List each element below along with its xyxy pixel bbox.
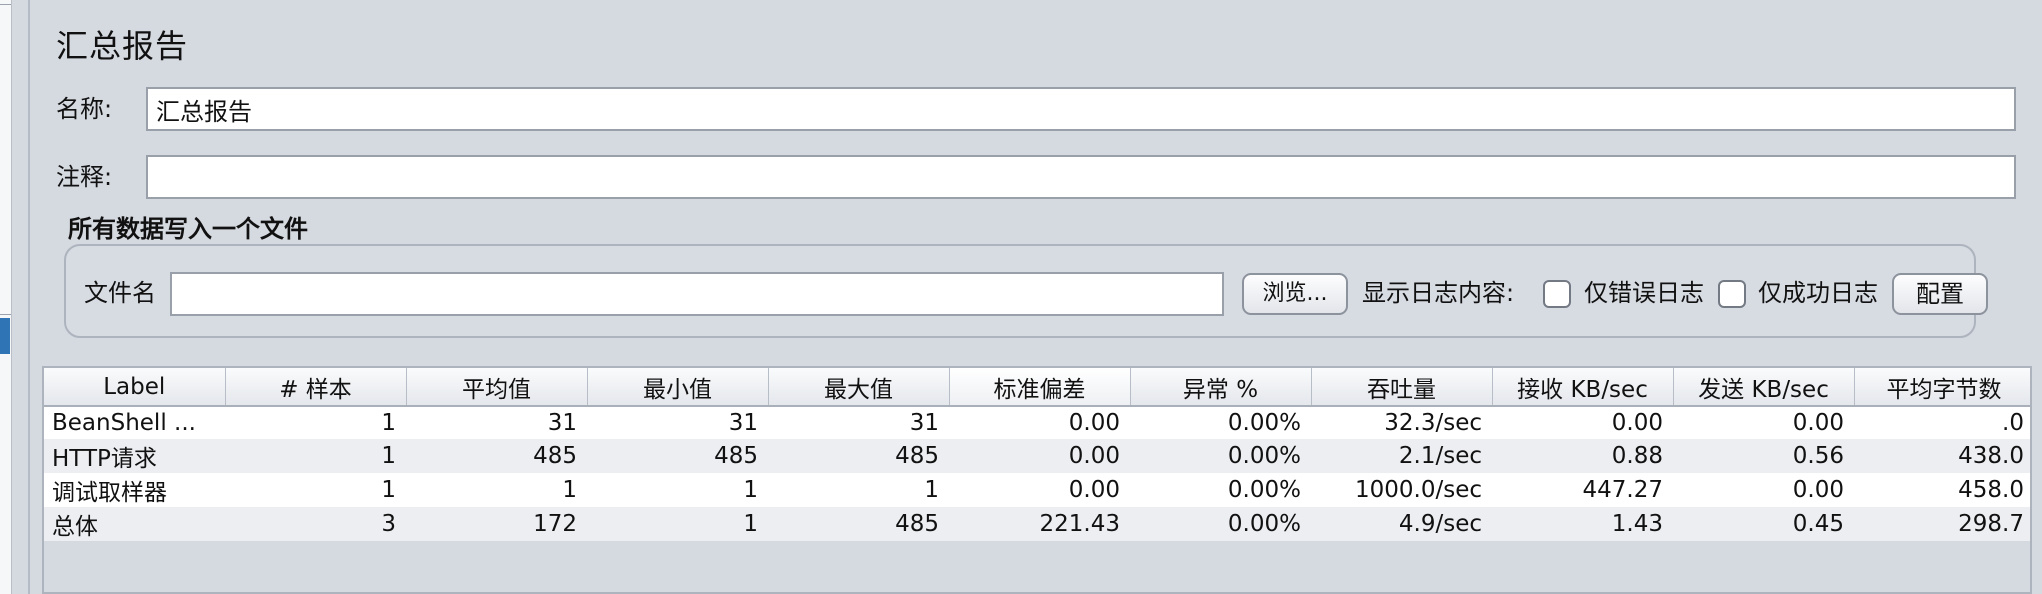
table-cell[interactable]: 485 — [406, 439, 587, 473]
column-header-sent-kb[interactable]: 发送 KB/sec — [1673, 368, 1855, 407]
table-cell[interactable]: 0.00% — [1130, 507, 1311, 541]
table-row[interactable]: BeanShell ... 1 31 31 31 0.00 0.00% 32.3… — [44, 406, 2030, 439]
table-cell[interactable]: 0.00% — [1130, 473, 1311, 507]
table-cell[interactable]: 458.0 — [1854, 473, 2030, 507]
table-cell[interactable]: 0.00 — [1673, 406, 1854, 439]
column-header-average[interactable]: 平均值 — [406, 368, 588, 407]
errors-only-checkbox[interactable] — [1543, 280, 1571, 308]
table-cell[interactable]: BeanShell ... — [44, 406, 225, 439]
table-cell[interactable]: HTTP请求 — [44, 439, 225, 473]
column-header-throughput[interactable]: 吞吐量 — [1311, 368, 1493, 407]
table-cell[interactable]: 1 — [225, 473, 406, 507]
table-cell[interactable]: 2.1/sec — [1311, 439, 1492, 473]
file-group-title: 所有数据写入一个文件 — [68, 215, 308, 243]
table-cell[interactable]: 31 — [406, 406, 587, 439]
table-cell[interactable]: 298.7 — [1854, 507, 2030, 541]
table-row[interactable]: 总体 3 172 1 485 221.43 0.00% 4.9/sec 1.43… — [44, 507, 2030, 541]
table-cell[interactable]: 0.00% — [1130, 439, 1311, 473]
table-cell[interactable]: 1 — [768, 473, 949, 507]
table-cell[interactable]: 1 — [225, 406, 406, 439]
name-field[interactable] — [146, 87, 2016, 131]
table-cell[interactable]: 1000.0/sec — [1311, 473, 1492, 507]
tree-divider-top — [0, 4, 11, 5]
table-cell[interactable]: 0.00 — [1492, 406, 1673, 439]
table-cell[interactable]: 4.9/sec — [1311, 507, 1492, 541]
column-header-label[interactable]: Label — [44, 368, 226, 407]
table-cell[interactable]: 31 — [587, 406, 768, 439]
column-header-received-kb[interactable]: 接收 KB/sec — [1492, 368, 1674, 407]
table-cell[interactable]: 485 — [768, 439, 949, 473]
table-cell[interactable]: 0.00 — [949, 439, 1130, 473]
table-header-row: Label # 样本 平均值 最小值 最大值 标准偏差 异常 % 吞吐量 接收 … — [44, 368, 2030, 407]
tree-divider — [0, 314, 11, 315]
log-content-label: 显示日志内容: — [1362, 279, 1515, 307]
table-cell[interactable]: 0.00 — [949, 406, 1130, 439]
table-cell[interactable]: 447.27 — [1492, 473, 1673, 507]
table-cell[interactable]: 172 — [406, 507, 587, 541]
summary-table-container: Label # 样本 平均值 最小值 最大值 标准偏差 异常 % 吞吐量 接收 … — [42, 366, 2032, 594]
table-cell[interactable]: 0.00 — [1673, 473, 1854, 507]
table-cell[interactable]: 31 — [768, 406, 949, 439]
table-cell[interactable]: 1.43 — [1492, 507, 1673, 541]
column-header-avg-bytes[interactable]: 平均字节数 — [1854, 368, 2030, 407]
table-cell[interactable]: 3 — [225, 507, 406, 541]
column-header-error-percent[interactable]: 异常 % — [1130, 368, 1312, 407]
browse-button[interactable]: 浏览... — [1242, 273, 1348, 315]
column-header-std-dev[interactable]: 标准偏差 — [949, 368, 1131, 407]
table-cell[interactable]: 1 — [225, 439, 406, 473]
table-row[interactable]: HTTP请求 1 485 485 485 0.00 0.00% 2.1/sec … — [44, 439, 2030, 473]
config-button[interactable]: 配置 — [1892, 273, 1988, 315]
table-cell[interactable]: 0.56 — [1673, 439, 1854, 473]
table-cell[interactable]: 221.43 — [949, 507, 1130, 541]
comment-label: 注释: — [56, 163, 113, 191]
tree-selection-marker[interactable] — [0, 318, 10, 354]
table-cell[interactable]: 438.0 — [1854, 439, 2030, 473]
table-cell[interactable]: 485 — [768, 507, 949, 541]
column-header-max[interactable]: 最大值 — [768, 368, 950, 407]
success-only-label[interactable]: 仅成功日志 — [1758, 278, 1878, 308]
name-label: 名称: — [56, 95, 113, 123]
table-cell[interactable]: 485 — [587, 439, 768, 473]
tree-panel-edge — [0, 0, 12, 594]
file-name-input[interactable] — [170, 272, 1224, 316]
table-row[interactable]: 调试取样器 1 1 1 1 0.00 0.00% 1000.0/sec 447.… — [44, 473, 2030, 507]
table-cell[interactable]: .0 — [1854, 406, 2030, 439]
file-name-label: 文件名 — [84, 279, 156, 307]
table-cell[interactable]: 0.00 — [949, 473, 1130, 507]
column-header-samples[interactable]: # 样本 — [225, 368, 407, 407]
table-cell[interactable]: 1 — [587, 473, 768, 507]
table-cell[interactable]: 1 — [406, 473, 587, 507]
table-cell[interactable]: 调试取样器 — [44, 473, 225, 507]
errors-only-label[interactable]: 仅错误日志 — [1584, 278, 1704, 308]
comment-field[interactable] — [146, 155, 2016, 199]
table-cell[interactable]: 0.88 — [1492, 439, 1673, 473]
summary-table: Label # 样本 平均值 最小值 最大值 标准偏差 异常 % 吞吐量 接收 … — [44, 368, 2030, 541]
table-cell[interactable]: 0.00% — [1130, 406, 1311, 439]
page-title: 汇总报告 — [56, 27, 189, 65]
table-cell[interactable]: 1 — [587, 507, 768, 541]
column-header-min[interactable]: 最小值 — [587, 368, 769, 407]
table-cell[interactable]: 32.3/sec — [1311, 406, 1492, 439]
table-cell[interactable]: 0.45 — [1673, 507, 1854, 541]
table-cell[interactable]: 总体 — [44, 507, 225, 541]
success-only-checkbox[interactable] — [1718, 280, 1746, 308]
